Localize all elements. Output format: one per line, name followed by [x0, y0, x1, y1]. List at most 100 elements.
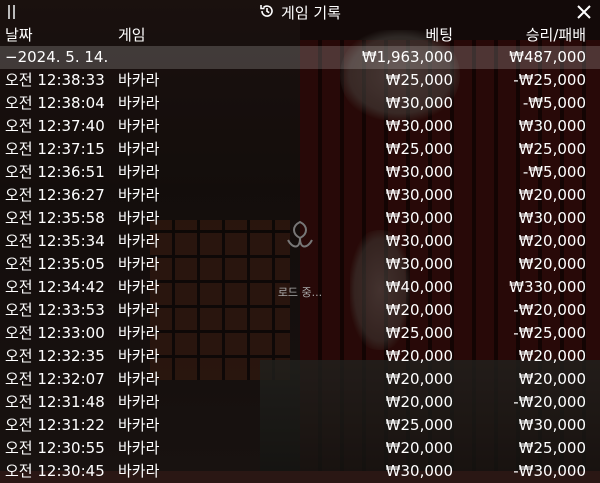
- cell-game: 바카라: [118, 186, 160, 204]
- cell-win-loss: ₩30,000: [518, 416, 586, 434]
- cell-time: 오전 12:37:40: [5, 117, 105, 135]
- cell-win-loss: ₩20,000: [518, 186, 586, 204]
- table-row[interactable]: 오전 12:37:40 바카라 ₩30,000 ₩30,000: [0, 115, 600, 138]
- table-header: 날짜 게임 베팅 승리/패배: [0, 24, 600, 46]
- cell-game: 바카라: [118, 439, 160, 457]
- cell-time: 오전 12:31:48: [5, 393, 105, 411]
- table-row[interactable]: 오전 12:36:27 바카라 ₩30,000 ₩20,000: [0, 184, 600, 207]
- table-row[interactable]: 오전 12:38:04 바카라 ₩30,000 -₩5,000: [0, 92, 600, 115]
- cell-game: 바카라: [118, 232, 160, 250]
- date-group-row[interactable]: −2024. 5. 14. ₩1,963,000 ₩487,000: [0, 46, 600, 69]
- cell-win-loss: ₩330,000: [509, 278, 586, 296]
- cell-bet: ₩25,000: [385, 416, 453, 434]
- table-row[interactable]: 오전 12:36:51 바카라 ₩30,000 -₩5,000: [0, 161, 600, 184]
- cell-win-loss: ₩20,000: [518, 347, 586, 365]
- table-row[interactable]: 오전 12:37:15 바카라 ₩25,000 ₩25,000: [0, 138, 600, 161]
- cell-game: 바카라: [118, 163, 160, 181]
- loading-text: 로드 중...: [277, 286, 323, 299]
- cell-bet: ₩25,000: [385, 324, 453, 342]
- cell-bet: ₩25,000: [385, 140, 453, 158]
- cell-time: 오전 12:31:22: [5, 416, 105, 434]
- cell-win-loss: -₩30,000: [513, 462, 586, 480]
- cell-bet: ₩30,000: [385, 255, 453, 273]
- cell-time: 오전 12:36:51: [5, 163, 105, 181]
- cell-win-loss: -₩20,000: [513, 393, 586, 411]
- cell-game: 바카라: [118, 347, 160, 365]
- window-title: 게임 기록: [0, 2, 600, 23]
- table-row[interactable]: 오전 12:33:00 바카라 ₩25,000 -₩25,000: [0, 322, 600, 345]
- close-icon[interactable]: [574, 2, 594, 22]
- cell-win-loss: ₩20,000: [518, 232, 586, 250]
- cell-bet: ₩25,000: [385, 71, 453, 89]
- cell-game: 바카라: [118, 209, 160, 227]
- cell-game: 바카라: [118, 462, 160, 480]
- cell-time: 오전 12:32:35: [5, 347, 105, 365]
- table-row[interactable]: 오전 12:32:35 바카라 ₩20,000 ₩20,000: [0, 345, 600, 368]
- cell-win-loss: -₩25,000: [513, 324, 586, 342]
- cell-win-loss: -₩25,000: [513, 71, 586, 89]
- cell-bet: ₩30,000: [385, 209, 453, 227]
- cell-time: 오전 12:30:55: [5, 439, 105, 457]
- table-row[interactable]: 오전 12:32:07 바카라 ₩20,000 ₩20,000: [0, 368, 600, 391]
- history-clock-icon: [259, 3, 275, 23]
- cell-game: 바카라: [118, 393, 160, 411]
- cell-win-loss: ₩25,000: [518, 439, 586, 457]
- cell-win-loss: -₩5,000: [522, 94, 586, 112]
- loading-indicator: 로드 중...: [268, 212, 332, 302]
- cell-time: 오전 12:37:15: [5, 140, 105, 158]
- table-row[interactable]: 오전 12:38:33 바카라 ₩25,000 -₩25,000: [0, 69, 600, 92]
- cell-time: 오전 12:35:34: [5, 232, 105, 250]
- table-row[interactable]: 오전 12:30:45 바카라 ₩30,000 -₩30,000: [0, 460, 600, 483]
- cell-game: 바카라: [118, 324, 160, 342]
- cell-bet: ₩20,000: [385, 370, 453, 388]
- cell-time: 오전 12:32:07: [5, 370, 105, 388]
- cell-game: 바카라: [118, 370, 160, 388]
- cell-game: 바카라: [118, 255, 160, 273]
- cell-game: 바카라: [118, 140, 160, 158]
- header-bet: 베팅: [425, 26, 453, 44]
- header-win-loss: 승리/패배: [525, 26, 586, 44]
- table-row[interactable]: 오전 12:31:48 바카라 ₩20,000 -₩20,000: [0, 391, 600, 414]
- cell-time: 오전 12:35:58: [5, 209, 105, 227]
- cell-game: 바카라: [118, 71, 160, 89]
- cell-win-loss: ₩25,000: [518, 140, 586, 158]
- cell-bet: ₩20,000: [385, 301, 453, 319]
- cell-win-loss: ₩20,000: [518, 255, 586, 273]
- cell-win-loss: ₩30,000: [518, 117, 586, 135]
- cell-bet: ₩30,000: [385, 232, 453, 250]
- cell-bet: ₩20,000: [385, 439, 453, 457]
- cell-time: 오전 12:35:05: [5, 255, 105, 273]
- cell-time: 오전 12:36:27: [5, 186, 105, 204]
- cell-time: 오전 12:38:33: [5, 71, 105, 89]
- title-text: 게임 기록: [281, 4, 341, 22]
- cell-game: 바카라: [118, 278, 160, 296]
- cell-bet: ₩30,000: [385, 186, 453, 204]
- cell-bet: ₩30,000: [385, 462, 453, 480]
- cell-win-loss: -₩5,000: [522, 163, 586, 181]
- table-row[interactable]: 오전 12:30:55 바카라 ₩20,000 ₩25,000: [0, 437, 600, 460]
- cell-time: 오전 12:38:04: [5, 94, 105, 112]
- cell-bet: ₩20,000: [385, 347, 453, 365]
- cell-time: 오전 12:34:42: [5, 278, 105, 296]
- cell-win-loss: ₩20,000: [518, 370, 586, 388]
- header-date: 날짜: [5, 26, 33, 44]
- loading-spinner-icon: [287, 220, 313, 248]
- table-row[interactable]: 오전 12:33:53 바카라 ₩20,000 -₩20,000: [0, 299, 600, 322]
- header-game: 게임: [118, 26, 146, 44]
- cell-bet: ₩40,000: [385, 278, 453, 296]
- group-bet-total: ₩1,963,000: [361, 48, 453, 66]
- cell-bet: ₩30,000: [385, 117, 453, 135]
- cell-game: 바카라: [118, 416, 160, 434]
- cell-game: 바카라: [118, 117, 160, 135]
- group-win-loss-total: ₩487,000: [509, 48, 586, 66]
- cell-time: 오전 12:30:45: [5, 462, 105, 480]
- cell-bet: ₩30,000: [385, 163, 453, 181]
- cell-game: 바카라: [118, 94, 160, 112]
- cell-bet: ₩20,000: [385, 393, 453, 411]
- cell-time: 오전 12:33:00: [5, 324, 105, 342]
- cell-win-loss: -₩20,000: [513, 301, 586, 319]
- title-bar: 게임 기록: [0, 0, 600, 24]
- table-row[interactable]: 오전 12:31:22 바카라 ₩25,000 ₩30,000: [0, 414, 600, 437]
- cell-bet: ₩30,000: [385, 94, 453, 112]
- cell-game: 바카라: [118, 301, 160, 319]
